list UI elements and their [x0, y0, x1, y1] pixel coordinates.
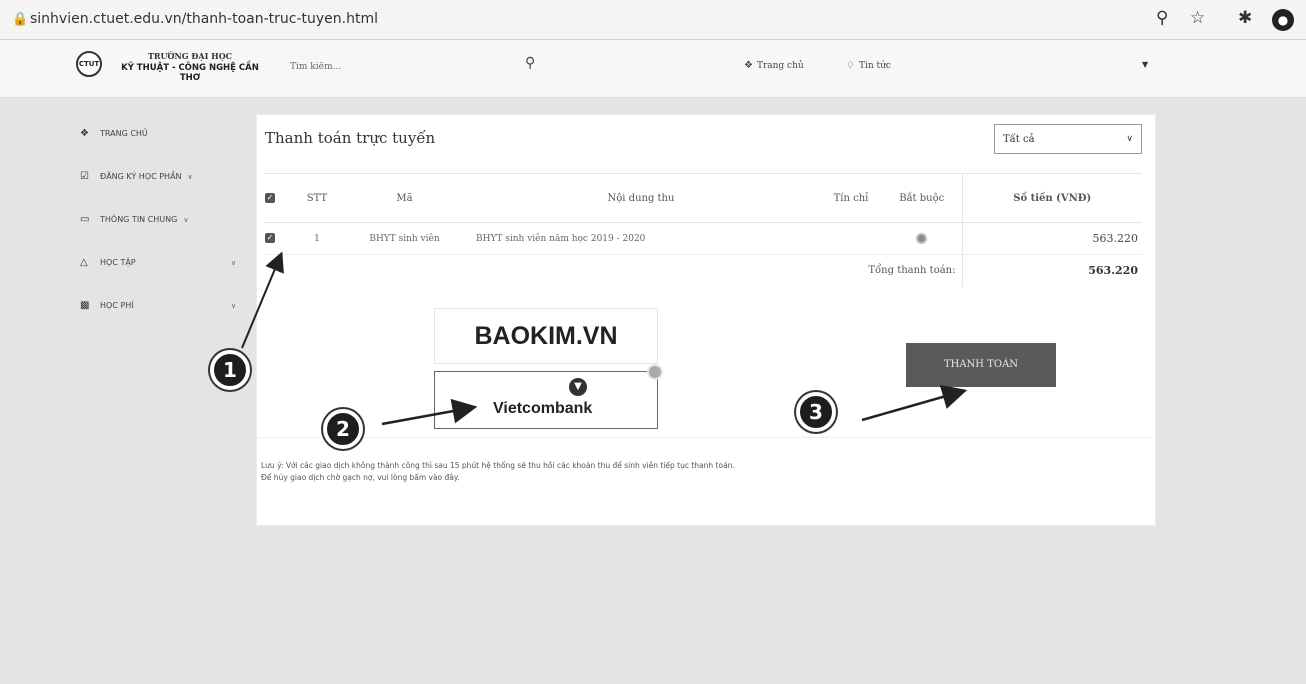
row-required — [882, 222, 962, 255]
checkbox-icon: ☑ — [80, 171, 89, 182]
money-icon: ▩ — [80, 300, 90, 311]
extensions-icon[interactable]: ✱ — [1238, 8, 1252, 28]
annotation-marker-1: 1 — [210, 350, 250, 390]
row-code: BHYT sinh viên — [347, 222, 462, 255]
sidebar-item-general-info[interactable]: ▭ THÔNG TIN CHUNG ∨ — [80, 198, 250, 241]
filter-select[interactable]: Tất cả ∨ — [994, 124, 1142, 154]
chevron-down-icon: ∨ — [1126, 134, 1133, 144]
sidebar-item-tuition[interactable]: ▩ HỌC PHÍ ∨ — [80, 284, 250, 327]
note-line-2[interactable]: Để hủy giao dịch chờ gạch nợ, vui lòng b… — [261, 472, 735, 484]
nav-home-label: Trang chủ — [756, 61, 804, 71]
browser-address-bar: 🔒 sinhvien.ctuet.edu.vn/thanh-toan-truc-… — [0, 0, 1306, 40]
home-icon: ❖ — [744, 60, 753, 71]
sidebar: ❖ TRANG CHỦ ☑ ĐĂNG KÝ HỌC PHẦN ∨ ▭ THÔNG… — [80, 112, 250, 327]
nav-news-label: Tin tức — [858, 61, 891, 71]
checkbox-checked-icon: ✓ — [265, 233, 275, 244]
sidebar-item-study[interactable]: △ HỌC TẬP ∨ — [80, 241, 250, 284]
search-input[interactable] — [290, 56, 550, 78]
sidebar-item-label: ĐĂNG KÝ HỌC PHẦN — [100, 172, 182, 181]
sidebar-item-label: HỌC TẬP — [100, 258, 136, 267]
pay-button[interactable]: THANH TOÁN — [906, 343, 1056, 387]
table-header-row: ✓ STT Mã Nội dung thu Tín chỉ Bắt buộc S… — [265, 173, 1142, 223]
vietcombank-payment-option[interactable]: ▼ Vietcombank — [434, 364, 663, 429]
row-stt: 1 — [287, 222, 347, 255]
table-row[interactable]: ✓ 1 BHYT sinh viên BHYT sinh viên năm họ… — [265, 222, 1142, 255]
graduation-cap-icon: △ — [80, 257, 88, 268]
annotation-marker-3: 3 — [796, 392, 836, 432]
school-logo-icon[interactable]: CTUT — [76, 51, 102, 77]
sidebar-item-home[interactable]: ❖ TRANG CHỦ — [80, 112, 250, 155]
col-required: Bắt buộc — [882, 173, 962, 223]
filter-value: Tất cả — [1003, 133, 1035, 145]
sidebar-item-label: TRANG CHỦ — [100, 129, 148, 138]
search-icon[interactable]: ⚲ — [525, 55, 535, 71]
school-name-line1: TRƯỜNG ĐẠI HỌC — [147, 51, 233, 61]
checkbox-checked-icon: ✓ — [265, 193, 275, 203]
school-name-line2: KỸ THUẬT - CÔNG NGHỆ CẦN THƠ — [121, 63, 259, 83]
select-all-checkbox[interactable]: ✓ — [265, 173, 287, 223]
total-amount: 563.220 — [961, 254, 1142, 287]
home-icon: ❖ — [80, 128, 89, 139]
bell-icon: ♢ — [846, 60, 855, 71]
annotation-marker-2: 2 — [323, 409, 363, 449]
note-line-1: Lưu ý: Với các giao dịch không thành côn… — [261, 461, 735, 470]
row-amount: 563.220 — [961, 222, 1142, 255]
row-credits — [820, 222, 882, 255]
star-icon[interactable]: ☆ — [1190, 8, 1205, 28]
url-field[interactable]: sinhvien.ctuet.edu.vn/thanh-toan-truc-tu… — [30, 11, 378, 27]
page-title: Thanh toán trực tuyến — [265, 129, 436, 147]
payment-panel: Thanh toán trực tuyến Tất cả ∨ ✓ STT Mã … — [256, 114, 1157, 526]
school-name[interactable]: TRƯỜNG ĐẠI HỌC KỸ THUẬT - CÔNG NGHỆ CẦN … — [110, 51, 270, 83]
sidebar-item-course-registration[interactable]: ☑ ĐĂNG KÝ HỌC PHẦN ∨ — [80, 155, 250, 198]
user-menu-caret-icon[interactable]: ▼ — [1142, 60, 1148, 69]
col-credits: Tín chỉ — [820, 173, 882, 223]
col-content: Nội dung thu — [462, 173, 820, 223]
chevron-down-icon: ∨ — [187, 172, 193, 181]
required-indicator-icon — [916, 233, 928, 244]
zoom-icon[interactable]: ⚲ — [1156, 8, 1168, 28]
col-code: Mã — [347, 173, 462, 223]
total-label: Tổng thanh toán: — [868, 265, 956, 277]
site-header: CTUT TRƯỜNG ĐẠI HỌC KỸ THUẬT - CÔNG NGHỆ… — [0, 40, 1306, 98]
baokim-payment-option[interactable]: BAOKIM.VN — [434, 308, 658, 364]
total-row: Tổng thanh toán: 563.220 — [265, 254, 1142, 287]
nav-home[interactable]: ❖ Trang chủ — [744, 60, 804, 71]
sidebar-item-label: THÔNG TIN CHUNG — [100, 215, 178, 224]
chevron-down-icon: ∨ — [231, 301, 237, 310]
vietcombank-logo-icon: ▼ — [569, 378, 587, 396]
profile-icon[interactable]: ● — [1272, 9, 1294, 31]
chevron-down-icon: ∨ — [183, 215, 189, 224]
payment-note: Lưu ý: Với các giao dịch không thành côn… — [261, 460, 735, 484]
nav-news[interactable]: ♢ Tin tức — [846, 60, 891, 71]
sidebar-item-label: HỌC PHÍ — [100, 301, 134, 310]
row-checkbox[interactable]: ✓ — [265, 222, 287, 255]
fees-table: ✓ STT Mã Nội dung thu Tín chỉ Bắt buộc S… — [265, 173, 1142, 287]
divider — [257, 437, 1157, 438]
selected-badge-icon — [647, 364, 663, 380]
col-amount: Số tiền (VNĐ) — [961, 173, 1142, 223]
col-stt: STT — [287, 173, 347, 223]
vietcombank-label: Vietcombank — [493, 400, 593, 417]
row-content: BHYT sinh viên năm học 2019 - 2020 — [462, 222, 820, 255]
lock-icon: 🔒 — [12, 12, 29, 27]
chevron-down-icon: ∨ — [231, 258, 237, 267]
monitor-icon: ▭ — [80, 214, 90, 225]
